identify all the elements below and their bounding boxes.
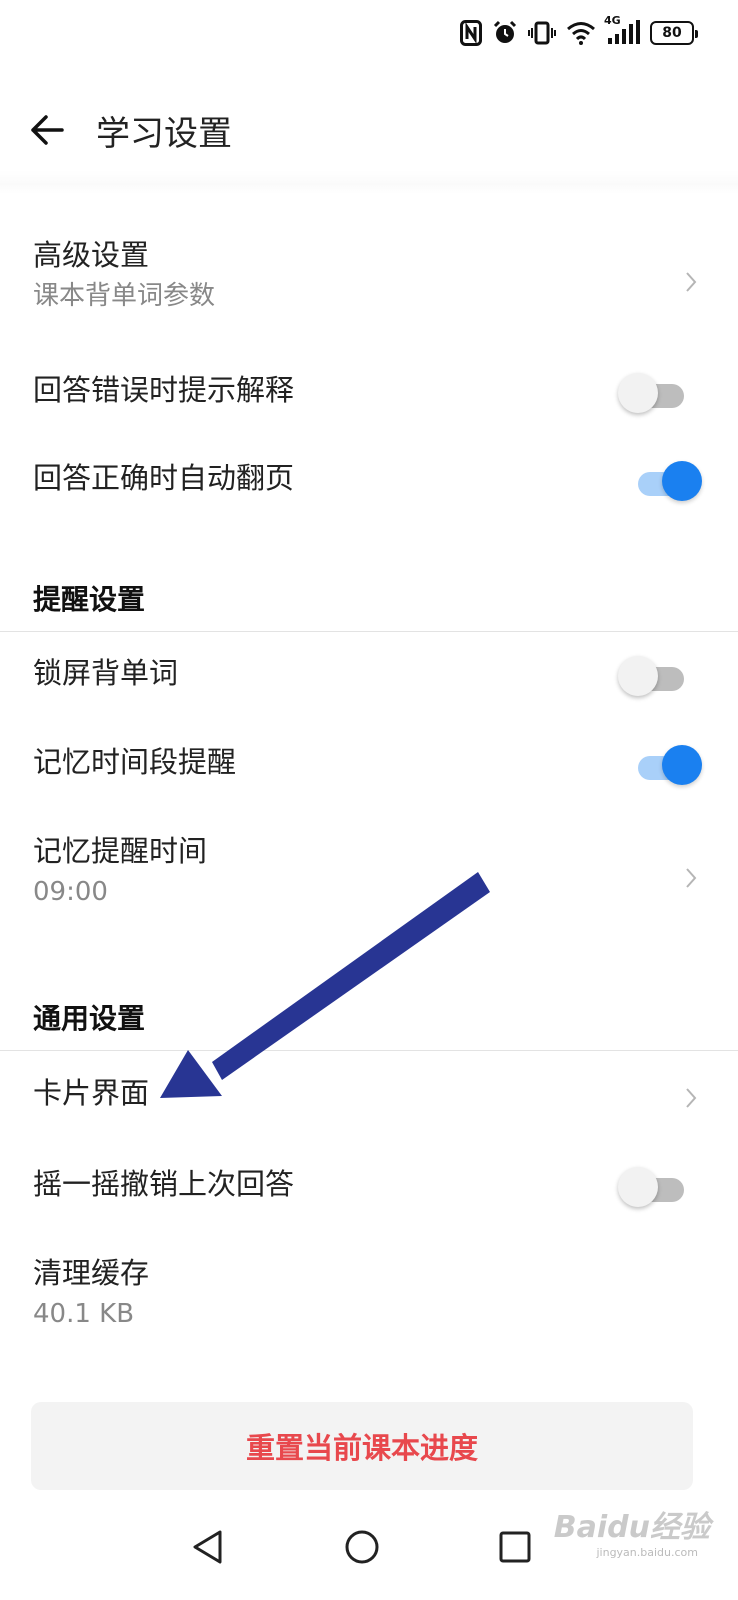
toggle-knob bbox=[618, 656, 658, 696]
memory-reminder-row: 记忆时间段提醒 bbox=[0, 734, 738, 798]
advanced-settings-text: 高级设置 课本背单词参数 bbox=[33, 238, 215, 312]
battery-level: 80 bbox=[662, 25, 682, 41]
cellular-signal-icon: 4G bbox=[604, 14, 640, 46]
card-interface-title: 卡片界面 bbox=[33, 1076, 150, 1110]
system-navigation-bar bbox=[0, 1492, 738, 1600]
reminder-time-row[interactable]: 记忆提醒时间 09:00 bbox=[0, 828, 738, 928]
hint-on-wrong-row: 回答错误时提示解释 bbox=[0, 362, 738, 426]
advanced-settings-row[interactable]: 高级设置 课本背单词参数 bbox=[0, 232, 738, 332]
battery-icon: 80 bbox=[650, 21, 698, 45]
nav-home-button[interactable] bbox=[337, 1522, 387, 1572]
back-button[interactable] bbox=[12, 95, 82, 165]
reminder-time-value: 09:00 bbox=[33, 876, 108, 907]
advanced-settings-subtitle: 课本背单词参数 bbox=[33, 280, 216, 311]
memory-reminder-toggle[interactable] bbox=[630, 744, 702, 788]
shake-undo-row: 摇一摇撤销上次回答 bbox=[0, 1156, 738, 1220]
auto-flip-row: 回答正确时自动翻页 bbox=[0, 450, 738, 514]
toggle-knob bbox=[618, 1167, 658, 1207]
title-bar: 学习设置 bbox=[0, 90, 738, 170]
lockscreen-toggle[interactable] bbox=[618, 655, 688, 699]
cache-size-value: 40.1 KB bbox=[33, 1298, 135, 1329]
shake-undo-label: 摇一摇撤销上次回答 bbox=[33, 1167, 295, 1201]
reminder-time-title: 记忆提醒时间 bbox=[33, 834, 208, 868]
chevron-right-icon bbox=[686, 868, 697, 888]
square-recents-icon bbox=[499, 1531, 531, 1563]
clear-cache-title: 清理缓存 bbox=[33, 1256, 150, 1290]
network-type-label: 4G bbox=[604, 14, 621, 27]
toggle-knob bbox=[662, 745, 702, 785]
toggle-knob bbox=[618, 373, 658, 413]
reset-progress-button[interactable]: 重置当前课本进度 bbox=[31, 1402, 693, 1490]
lockscreen-row: 锁屏背单词 bbox=[0, 645, 738, 709]
reminder-section-header: 提醒设置 bbox=[33, 583, 146, 616]
auto-flip-label: 回答正确时自动翻页 bbox=[33, 461, 295, 495]
circle-home-icon bbox=[345, 1530, 379, 1564]
clear-cache-row[interactable]: 清理缓存 40.1 KB bbox=[0, 1250, 738, 1350]
section-divider bbox=[0, 631, 738, 632]
status-icons: 4G 80 bbox=[460, 14, 698, 46]
shake-undo-toggle[interactable] bbox=[618, 1166, 688, 1210]
nav-recents-button[interactable] bbox=[490, 1522, 540, 1572]
section-divider bbox=[0, 1050, 738, 1051]
status-bar: 4G 80 bbox=[0, 0, 738, 72]
hint-on-wrong-label: 回答错误时提示解释 bbox=[33, 373, 295, 407]
toggle-knob bbox=[662, 461, 702, 501]
memory-reminder-label: 记忆时间段提醒 bbox=[33, 745, 237, 779]
chevron-right-icon bbox=[686, 272, 697, 292]
reset-progress-label: 重置当前课本进度 bbox=[245, 1431, 478, 1465]
alarm-icon bbox=[492, 20, 518, 46]
card-interface-row[interactable]: 卡片界面 bbox=[0, 1064, 738, 1128]
auto-flip-toggle[interactable] bbox=[630, 460, 702, 504]
wifi-icon bbox=[566, 21, 596, 45]
scroll-fade bbox=[0, 170, 738, 194]
nfc-icon bbox=[460, 20, 482, 46]
page-title: 学习设置 bbox=[96, 113, 232, 154]
nav-back-button[interactable] bbox=[182, 1522, 232, 1572]
back-arrow-icon bbox=[31, 115, 64, 145]
lockscreen-label: 锁屏背单词 bbox=[33, 656, 179, 690]
advanced-settings-title: 高级设置 bbox=[33, 238, 150, 272]
chevron-right-icon bbox=[686, 1088, 697, 1108]
general-section-header: 通用设置 bbox=[33, 1002, 146, 1035]
triangle-back-icon bbox=[193, 1530, 222, 1564]
hint-on-wrong-toggle[interactable] bbox=[618, 372, 688, 416]
vibrate-icon bbox=[528, 20, 556, 46]
